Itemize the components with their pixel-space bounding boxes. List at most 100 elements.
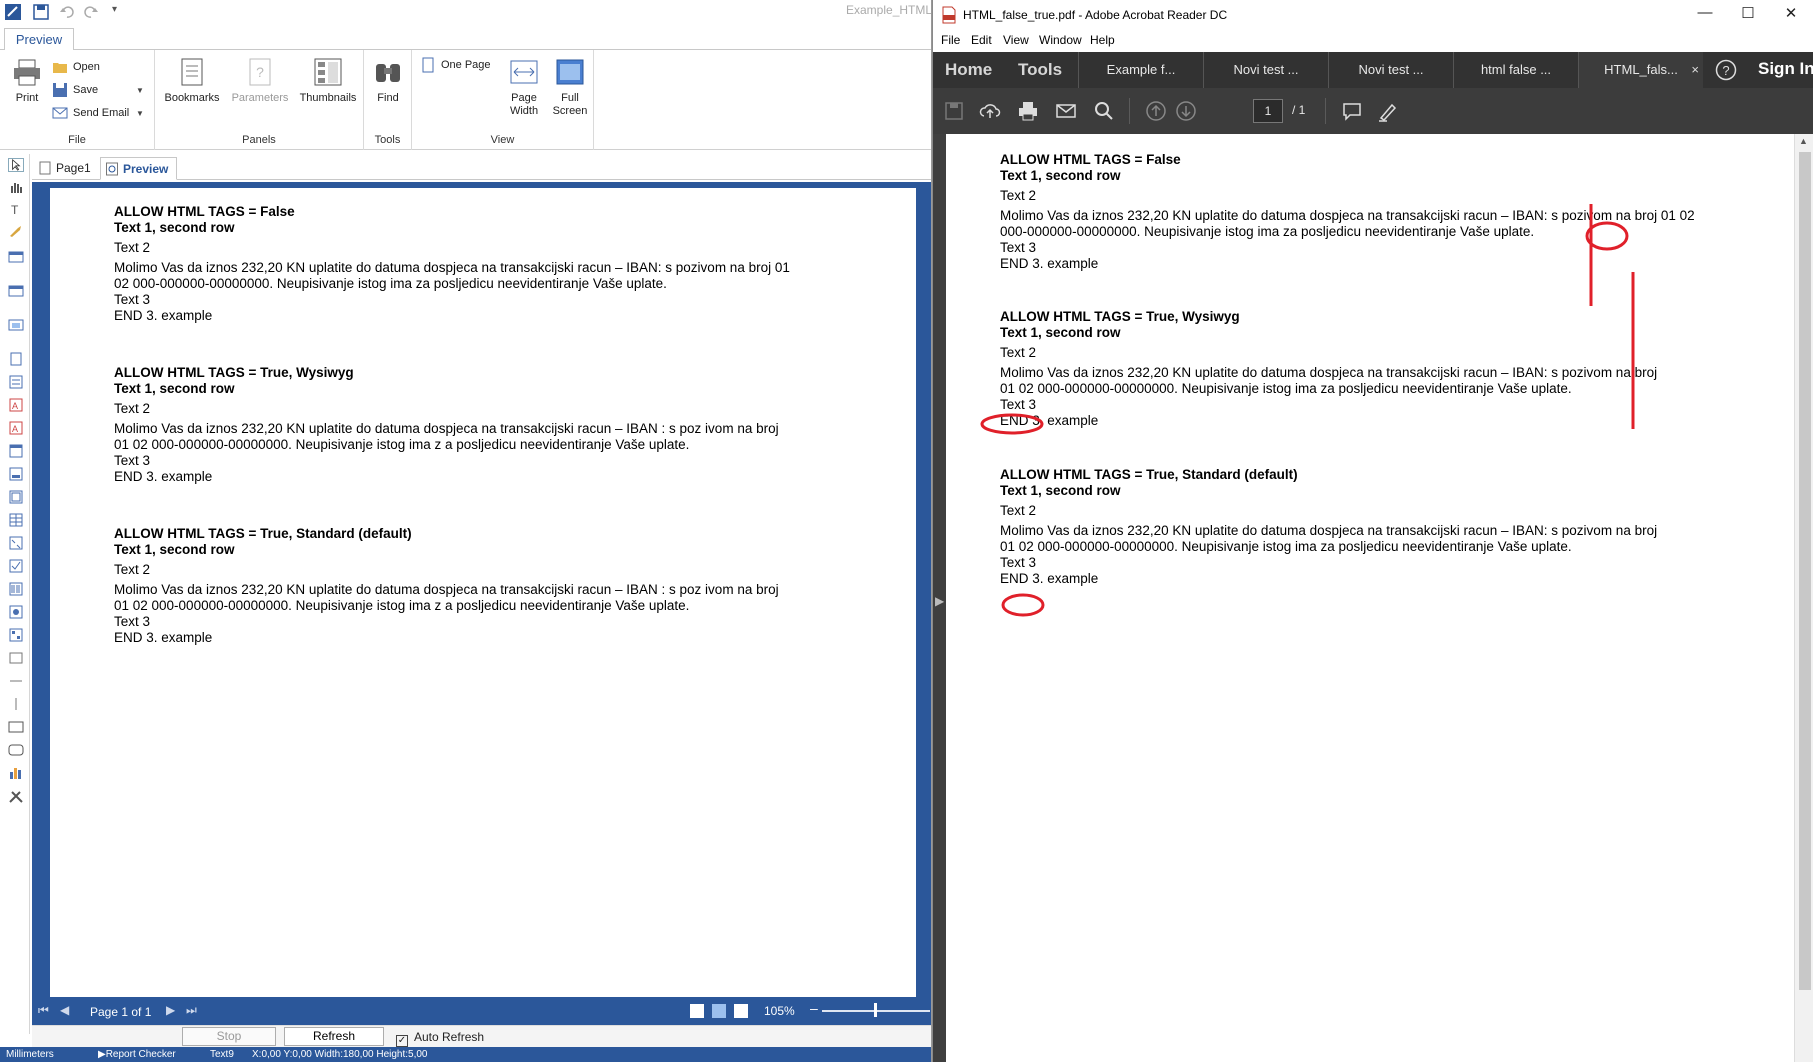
print-icon[interactable]	[1017, 100, 1039, 122]
image-icon[interactable]: A	[8, 421, 24, 435]
menu-file[interactable]: File	[941, 33, 960, 47]
close-tab-icon[interactable]: ×	[1691, 52, 1699, 88]
page-width-icon	[510, 60, 538, 84]
checkbox-component-icon[interactable]	[8, 559, 24, 573]
first-page-icon[interactable]: ⏮	[38, 1003, 49, 1018]
report-checker-status[interactable]: ▶ Report Checker	[98, 1047, 176, 1062]
close-icon[interactable]: ✕	[1771, 4, 1811, 22]
report-designer-window: ▾ Example_HTML Preview Print Open Save ▼…	[0, 0, 932, 1062]
stop-button[interactable]: Stop	[182, 1027, 276, 1046]
scrollbar-thumb[interactable]	[1799, 152, 1811, 990]
redo-icon[interactable]	[82, 3, 100, 21]
full-screen-button[interactable]: Full Screen	[548, 56, 592, 118]
table-icon[interactable]	[8, 513, 24, 527]
bookmarks-button[interactable]: Bookmarks	[159, 56, 225, 105]
menu-edit[interactable]: Edit	[971, 33, 992, 47]
band-icon[interactable]	[8, 250, 24, 264]
sign-in-link[interactable]: Sign In	[1758, 59, 1813, 79]
find-button[interactable]: Find	[368, 56, 408, 105]
acrobat-window-title: HTML_false_true.pdf - Adobe Acrobat Read…	[963, 8, 1228, 22]
auto-refresh-checkbox[interactable]: ✓ Auto Refresh	[396, 1030, 484, 1047]
multi-page-view-icon[interactable]	[734, 1004, 748, 1018]
tab-page1[interactable]: Page1	[34, 157, 99, 180]
iban-paragraph-line-2: 01 02 000-000000-00000000. Neupisivanje …	[114, 598, 690, 613]
one-page-button[interactable]: One Page	[420, 56, 491, 74]
rich-text-icon[interactable]: A	[8, 398, 24, 412]
thumbnails-button[interactable]: Thumbnails	[295, 56, 361, 105]
doc-tab-novi-test-1[interactable]: Novi test ...	[1203, 52, 1328, 88]
expand-panel-icon[interactable]: ▶	[935, 594, 944, 608]
pdf-page[interactable]: ALLOW HTML TAGS = False Text 1, second ro…	[946, 134, 1794, 1062]
shape-icon[interactable]	[8, 605, 24, 619]
save-button[interactable]: Save	[52, 81, 98, 99]
tab-preview[interactable]: Preview	[100, 157, 178, 180]
prev-page-icon[interactable]: ◀	[60, 1003, 69, 1017]
menu-window[interactable]: Window	[1039, 33, 1082, 47]
upload-cloud-icon[interactable]	[979, 100, 1001, 122]
text-component-icon[interactable]	[8, 375, 24, 389]
rounded-rectangle-icon[interactable]	[8, 743, 24, 757]
send-email-dropdown-icon[interactable]: ▼	[136, 109, 144, 118]
email-icon[interactable]	[1055, 100, 1077, 122]
zoom-slider-thumb[interactable]	[874, 1003, 877, 1017]
doc-tab-html-false[interactable]: html false ...	[1453, 52, 1578, 88]
refresh-button[interactable]: Refresh	[284, 1027, 384, 1046]
search-icon[interactable]	[1093, 100, 1115, 122]
single-page-view-icon[interactable]	[690, 1004, 704, 1018]
report-preview-area[interactable]: ALLOW HTML TAGS = False Text 1, second ro…	[32, 182, 931, 997]
parameters-button[interactable]: ? Parameters	[227, 56, 293, 105]
brush-tool-icon[interactable]	[8, 224, 24, 238]
hand-tool-icon[interactable]	[8, 180, 24, 194]
send-email-button[interactable]: Send Email	[52, 104, 129, 122]
text-tool-icon[interactable]: T	[8, 202, 24, 216]
ribbon-tab-preview[interactable]: Preview	[4, 28, 74, 51]
menu-view[interactable]: View	[1003, 33, 1029, 47]
save-icon[interactable]	[943, 100, 965, 122]
highlight-pen-icon[interactable]	[1377, 100, 1399, 122]
rectangle-icon[interactable]	[8, 720, 24, 734]
horizontal-line-icon[interactable]	[8, 674, 24, 688]
container-icon[interactable]	[8, 490, 24, 504]
qat-customize-icon[interactable]: ▾	[112, 4, 117, 15]
panel-icon[interactable]	[8, 444, 24, 458]
save-icon[interactable]	[32, 3, 50, 21]
menu-help[interactable]: Help	[1090, 33, 1115, 47]
vertical-line-icon[interactable]	[8, 697, 24, 711]
zoom-out-icon[interactable]: –	[810, 1000, 818, 1016]
tab-home[interactable]: Home	[945, 60, 992, 80]
binoculars-icon	[376, 64, 400, 82]
band-icon[interactable]	[8, 284, 24, 298]
undo-icon[interactable]	[58, 3, 76, 21]
barcode-icon[interactable]	[8, 582, 24, 596]
continuous-view-icon[interactable]	[712, 1004, 726, 1018]
chart-icon[interactable]	[8, 766, 24, 780]
last-page-icon[interactable]: ⏭	[186, 1003, 197, 1018]
vertical-scrollbar[interactable]: ▲	[1794, 134, 1813, 1062]
rectangle-icon[interactable]	[8, 651, 24, 665]
maximize-icon[interactable]: ☐	[1728, 4, 1768, 22]
next-page-icon[interactable]	[1175, 100, 1197, 122]
sub-report-icon[interactable]	[8, 467, 24, 481]
doc-tab-html-false-true[interactable]: HTML_fals... ×	[1578, 52, 1703, 88]
minimize-icon[interactable]: —	[1685, 4, 1725, 21]
save-dropdown-icon[interactable]: ▼	[136, 86, 144, 95]
doc-tab-novi-test-2[interactable]: Novi test ...	[1328, 52, 1453, 88]
help-icon[interactable]: ?	[1715, 59, 1737, 81]
next-page-icon[interactable]: ▶	[166, 1003, 175, 1017]
tab-tools[interactable]: Tools	[1018, 60, 1062, 80]
tools-icon[interactable]	[8, 790, 24, 804]
page-width-button[interactable]: Page Width	[502, 56, 546, 118]
cross-tab-icon[interactable]	[8, 536, 24, 550]
scroll-up-icon[interactable]: ▲	[1799, 136, 1808, 146]
page-number-input[interactable]: 1	[1253, 99, 1283, 123]
previous-page-icon[interactable]	[1145, 100, 1167, 122]
band-icon[interactable]	[8, 318, 24, 332]
comment-icon[interactable]	[1341, 100, 1363, 122]
doc-tab-example[interactable]: Example f...	[1078, 52, 1203, 88]
qr-icon[interactable]	[8, 628, 24, 642]
open-button[interactable]: Open	[52, 58, 100, 76]
units-status[interactable]: Millimeters	[6, 1047, 54, 1062]
page-icon[interactable]	[8, 352, 24, 366]
pointer-tool-icon[interactable]	[8, 158, 24, 172]
print-button[interactable]: Print	[10, 56, 44, 105]
